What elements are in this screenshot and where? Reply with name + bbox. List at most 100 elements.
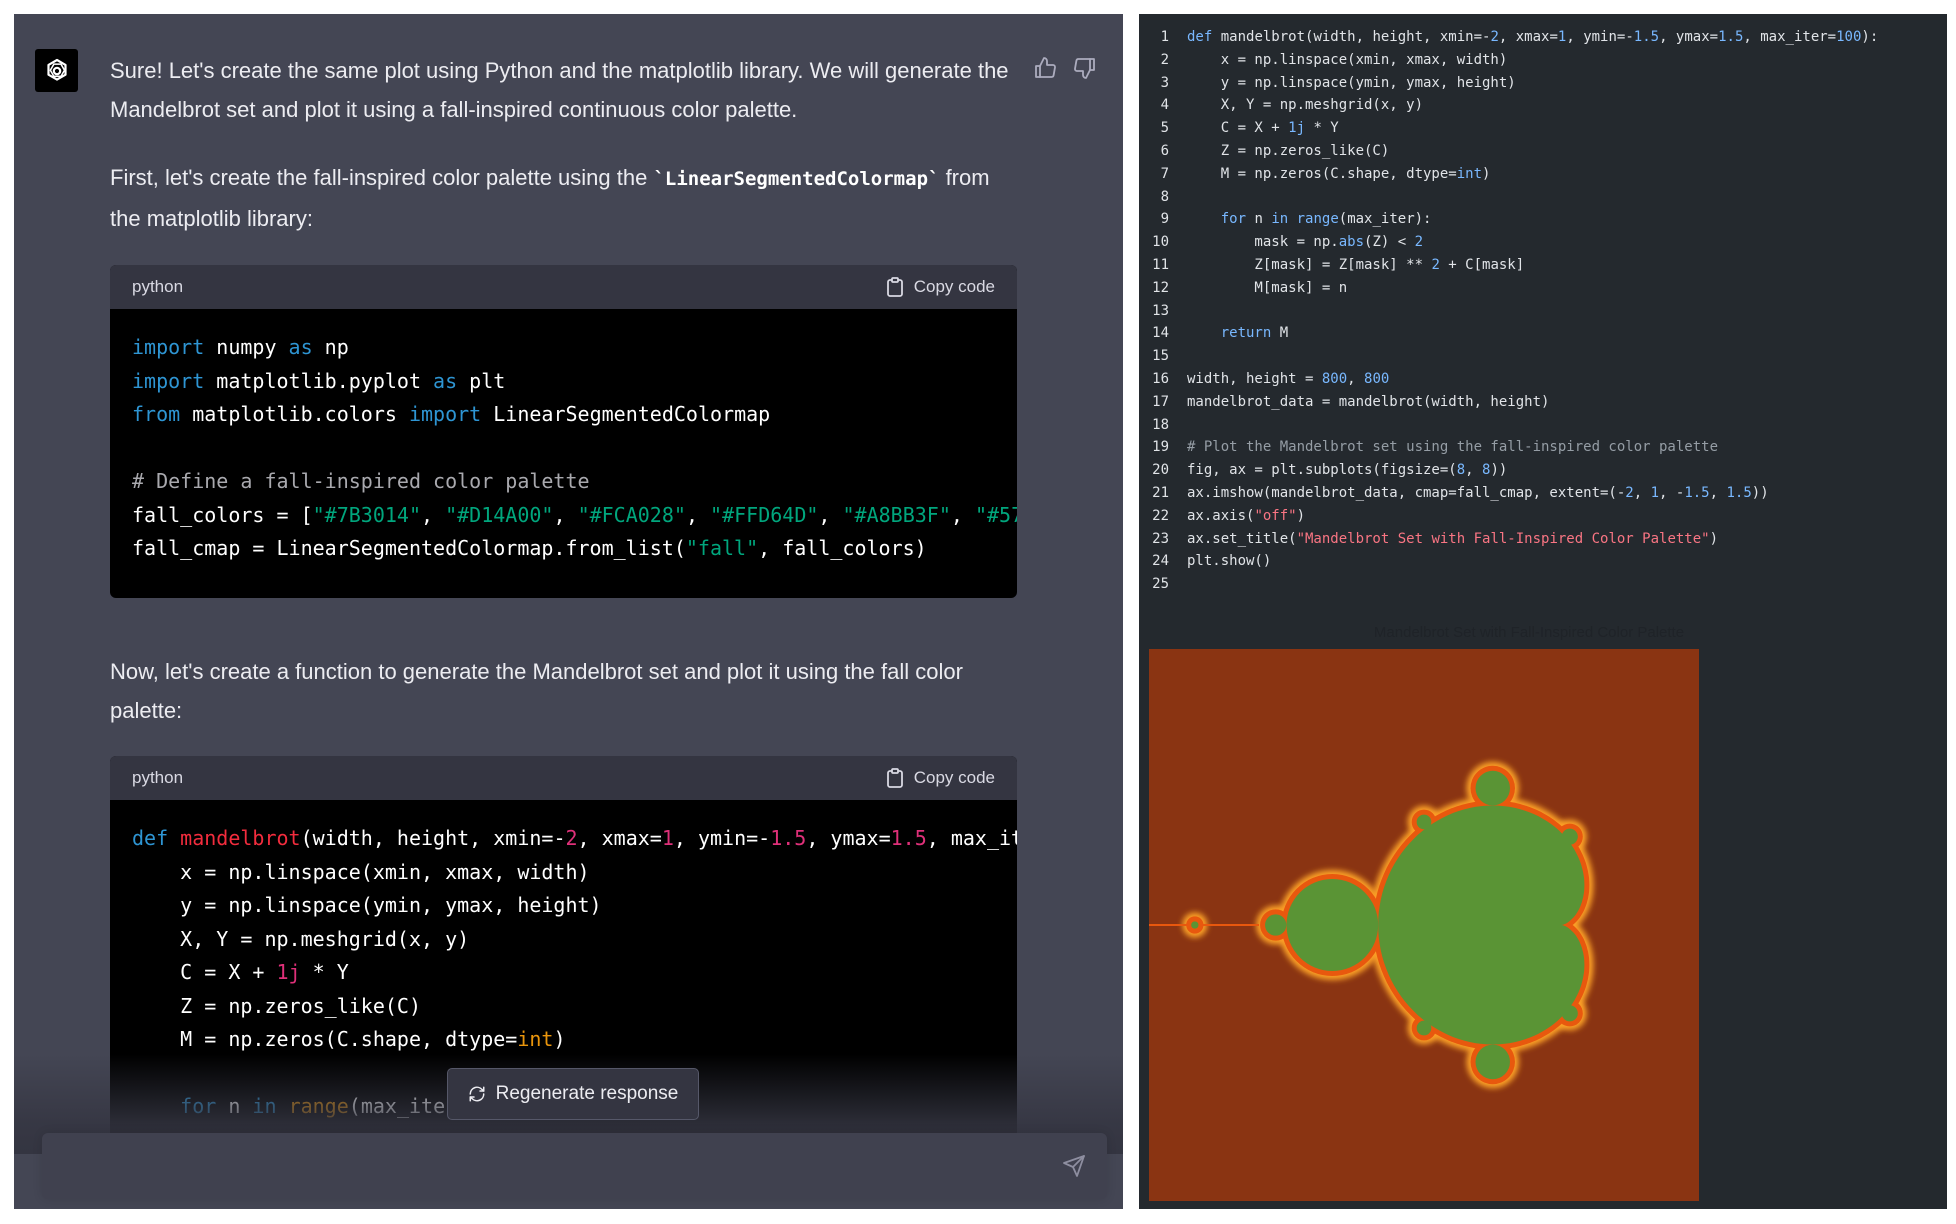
thumbs-down-icon[interactable]	[1073, 56, 1097, 80]
editor-line: 25	[1139, 573, 1947, 596]
editor-line: 17 mandelbrot_data = mandelbrot(width, he…	[1139, 391, 1947, 414]
editor-line: 6 Z = np.zeros_like(C)	[1139, 140, 1947, 163]
set-bulb	[1475, 770, 1510, 806]
set-bulb	[1191, 921, 1199, 929]
line-code: return M	[1220, 325, 1289, 342]
editor-line: 15	[1139, 345, 1947, 368]
editor-line: 20 fig, ax = plt.subplots(figsize=(8, 8))	[1139, 459, 1947, 482]
line-number: 18	[1152, 416, 1169, 433]
mandelbrot-plot	[1149, 649, 1699, 1201]
line-code: # Plot the Mandelbrot set using the fall…	[1187, 439, 1719, 456]
line-code: ax.axis("off")	[1187, 507, 1306, 524]
message-input[interactable]	[60, 1143, 1024, 1189]
editor-line: 23 ax.set_title("Mandelbrot Set with Fall…	[1139, 528, 1947, 551]
line-number: 25	[1152, 576, 1169, 593]
line-code: Z[mask] = Z[mask] ** 2 + C[mask]	[1187, 256, 1525, 273]
line-number: 3	[1160, 74, 1169, 91]
set-bulb	[1416, 1020, 1432, 1036]
line-number: 7	[1160, 165, 1169, 182]
set-bulb	[1561, 828, 1578, 845]
message-palette-intro: First, let's create the fall-inspired co…	[110, 158, 1020, 238]
editor-line: 2 x = np.linspace(xmin, xmax, width)	[1139, 49, 1947, 72]
editor-line: 16 width, height = 800, 800	[1139, 368, 1947, 391]
line-number: 19	[1152, 439, 1169, 456]
copy-code-button[interactable]: Copy code	[886, 768, 995, 788]
line-number: 12	[1152, 279, 1169, 296]
editor-line: 18	[1139, 414, 1947, 437]
code-language-label: python	[132, 768, 184, 787]
editor-line: 19 # Plot the Mandelbrot set using the fa…	[1139, 436, 1947, 459]
line-number: 4	[1160, 97, 1169, 114]
code-block-colormap: python Copy code import numpy as np impo…	[110, 265, 1017, 598]
editor-line: 11 Z[mask] = Z[mask] ** 2 + C[mask]	[1139, 254, 1947, 277]
editor-line: 5 C = X + 1j * Y	[1139, 117, 1947, 140]
clipboard-icon	[886, 277, 903, 297]
editor-line: 9 for n in range(max_iter):	[1139, 208, 1947, 231]
line-number: 11	[1152, 256, 1169, 273]
editor-line: 24 plt.show()	[1139, 550, 1947, 573]
copy-code-button[interactable]: Copy code	[886, 277, 995, 297]
line-number: 16	[1152, 370, 1169, 387]
regenerate-response-button[interactable]: Regenerate response	[447, 1068, 699, 1120]
feedback-buttons	[1033, 56, 1097, 80]
copy-code-label: Copy code	[913, 768, 995, 787]
editor-line: 10 mask = np.abs(Z) < 2	[1139, 231, 1947, 254]
line-number: 17	[1152, 393, 1169, 410]
editor-line: 22 ax.axis("off")	[1139, 505, 1947, 528]
line-code: x = np.linspace(xmin, xmax, width)	[1187, 51, 1508, 68]
line-code: Z = np.zeros_like(C)	[1187, 142, 1390, 159]
editor-line: 14 return M	[1139, 322, 1947, 345]
clipboard-icon	[886, 768, 903, 788]
line-number: 1	[1160, 29, 1169, 45]
line-number: 15	[1152, 348, 1169, 365]
code-block-body: import numpy as np import matplotlib.pyp…	[110, 309, 1017, 598]
code-block-header: python Copy code	[110, 756, 1017, 800]
message-function-intro: Now, let's create a function to generate…	[110, 659, 963, 723]
message-input-box	[42, 1133, 1107, 1199]
line-number: 2	[1160, 51, 1169, 68]
regenerate-label: Regenerate response	[495, 1083, 679, 1104]
palette-text-before: First, let's create the fall-inspired co…	[110, 165, 654, 190]
line-code: mask = np.abs(Z) < 2	[1187, 234, 1424, 251]
copy-code-label: Copy code	[913, 277, 995, 296]
set-bulb	[1475, 1044, 1510, 1080]
editor-line: 8	[1139, 186, 1947, 209]
send-icon[interactable]	[1062, 1154, 1086, 1178]
line-code: mandelbrot_data = mandelbrot(width, heig…	[1187, 393, 1550, 410]
editor-line: 7 M = np.zeros(C.shape, dtype=int)	[1139, 163, 1947, 186]
line-number: 6	[1160, 142, 1169, 159]
line-number: 21	[1152, 484, 1169, 501]
line-number: 23	[1152, 530, 1169, 547]
line-code: M[mask] = n	[1187, 279, 1348, 296]
chat-panel: Sure! Let's create the same plot using P…	[14, 14, 1123, 1209]
line-code: for n in range(max_iter):	[1220, 211, 1432, 228]
line-code: ax.set_title("Mandelbrot Set with Fall-I…	[1187, 530, 1719, 547]
refresh-icon	[469, 1086, 485, 1102]
line-code: ax.imshow(mandelbrot_data, cmap=fall_cma…	[1187, 484, 1769, 501]
editor-line: 12 M[mask] = n	[1139, 277, 1947, 300]
openai-logo-icon	[46, 58, 67, 81]
line-number: 20	[1152, 462, 1169, 479]
code-editor[interactable]: 1 def mandelbrot(width, height, xmin=-2, …	[1139, 26, 1947, 596]
set-bulb	[1416, 814, 1432, 830]
inline-code-colormap: `LinearSegmentedColormap`	[653, 168, 940, 190]
line-number: 24	[1152, 553, 1169, 570]
line-number: 10	[1152, 234, 1169, 251]
set-bulb	[1265, 914, 1287, 936]
line-code: X, Y = np.meshgrid(x, y)	[1187, 97, 1424, 114]
line-number: 14	[1152, 325, 1169, 342]
line-number: 9	[1160, 211, 1169, 228]
thumbs-up-icon[interactable]	[1033, 56, 1057, 80]
plot-title: Mandelbrot Set with Fall-Inspired Color …	[1373, 624, 1685, 641]
line-number: 5	[1160, 120, 1169, 137]
notebook-panel: 1 def mandelbrot(width, height, xmin=-2, …	[1139, 14, 1947, 1209]
line-code: def mandelbrot(width, height, xmin=-2, x…	[1187, 29, 1879, 45]
editor-line: 3 y = np.linspace(ymin, ymax, height)	[1139, 72, 1947, 95]
line-code: C = X + 1j * Y	[1187, 120, 1339, 137]
code-line: import numpy as np import matplotlib.pyp…	[132, 335, 1017, 560]
set-bulb	[1561, 1005, 1578, 1022]
editor-line: 13	[1139, 300, 1947, 323]
set-bulb	[1286, 879, 1379, 971]
editor-line: 4 X, Y = np.meshgrid(x, y)	[1139, 94, 1947, 117]
line-number: 8	[1160, 188, 1169, 205]
